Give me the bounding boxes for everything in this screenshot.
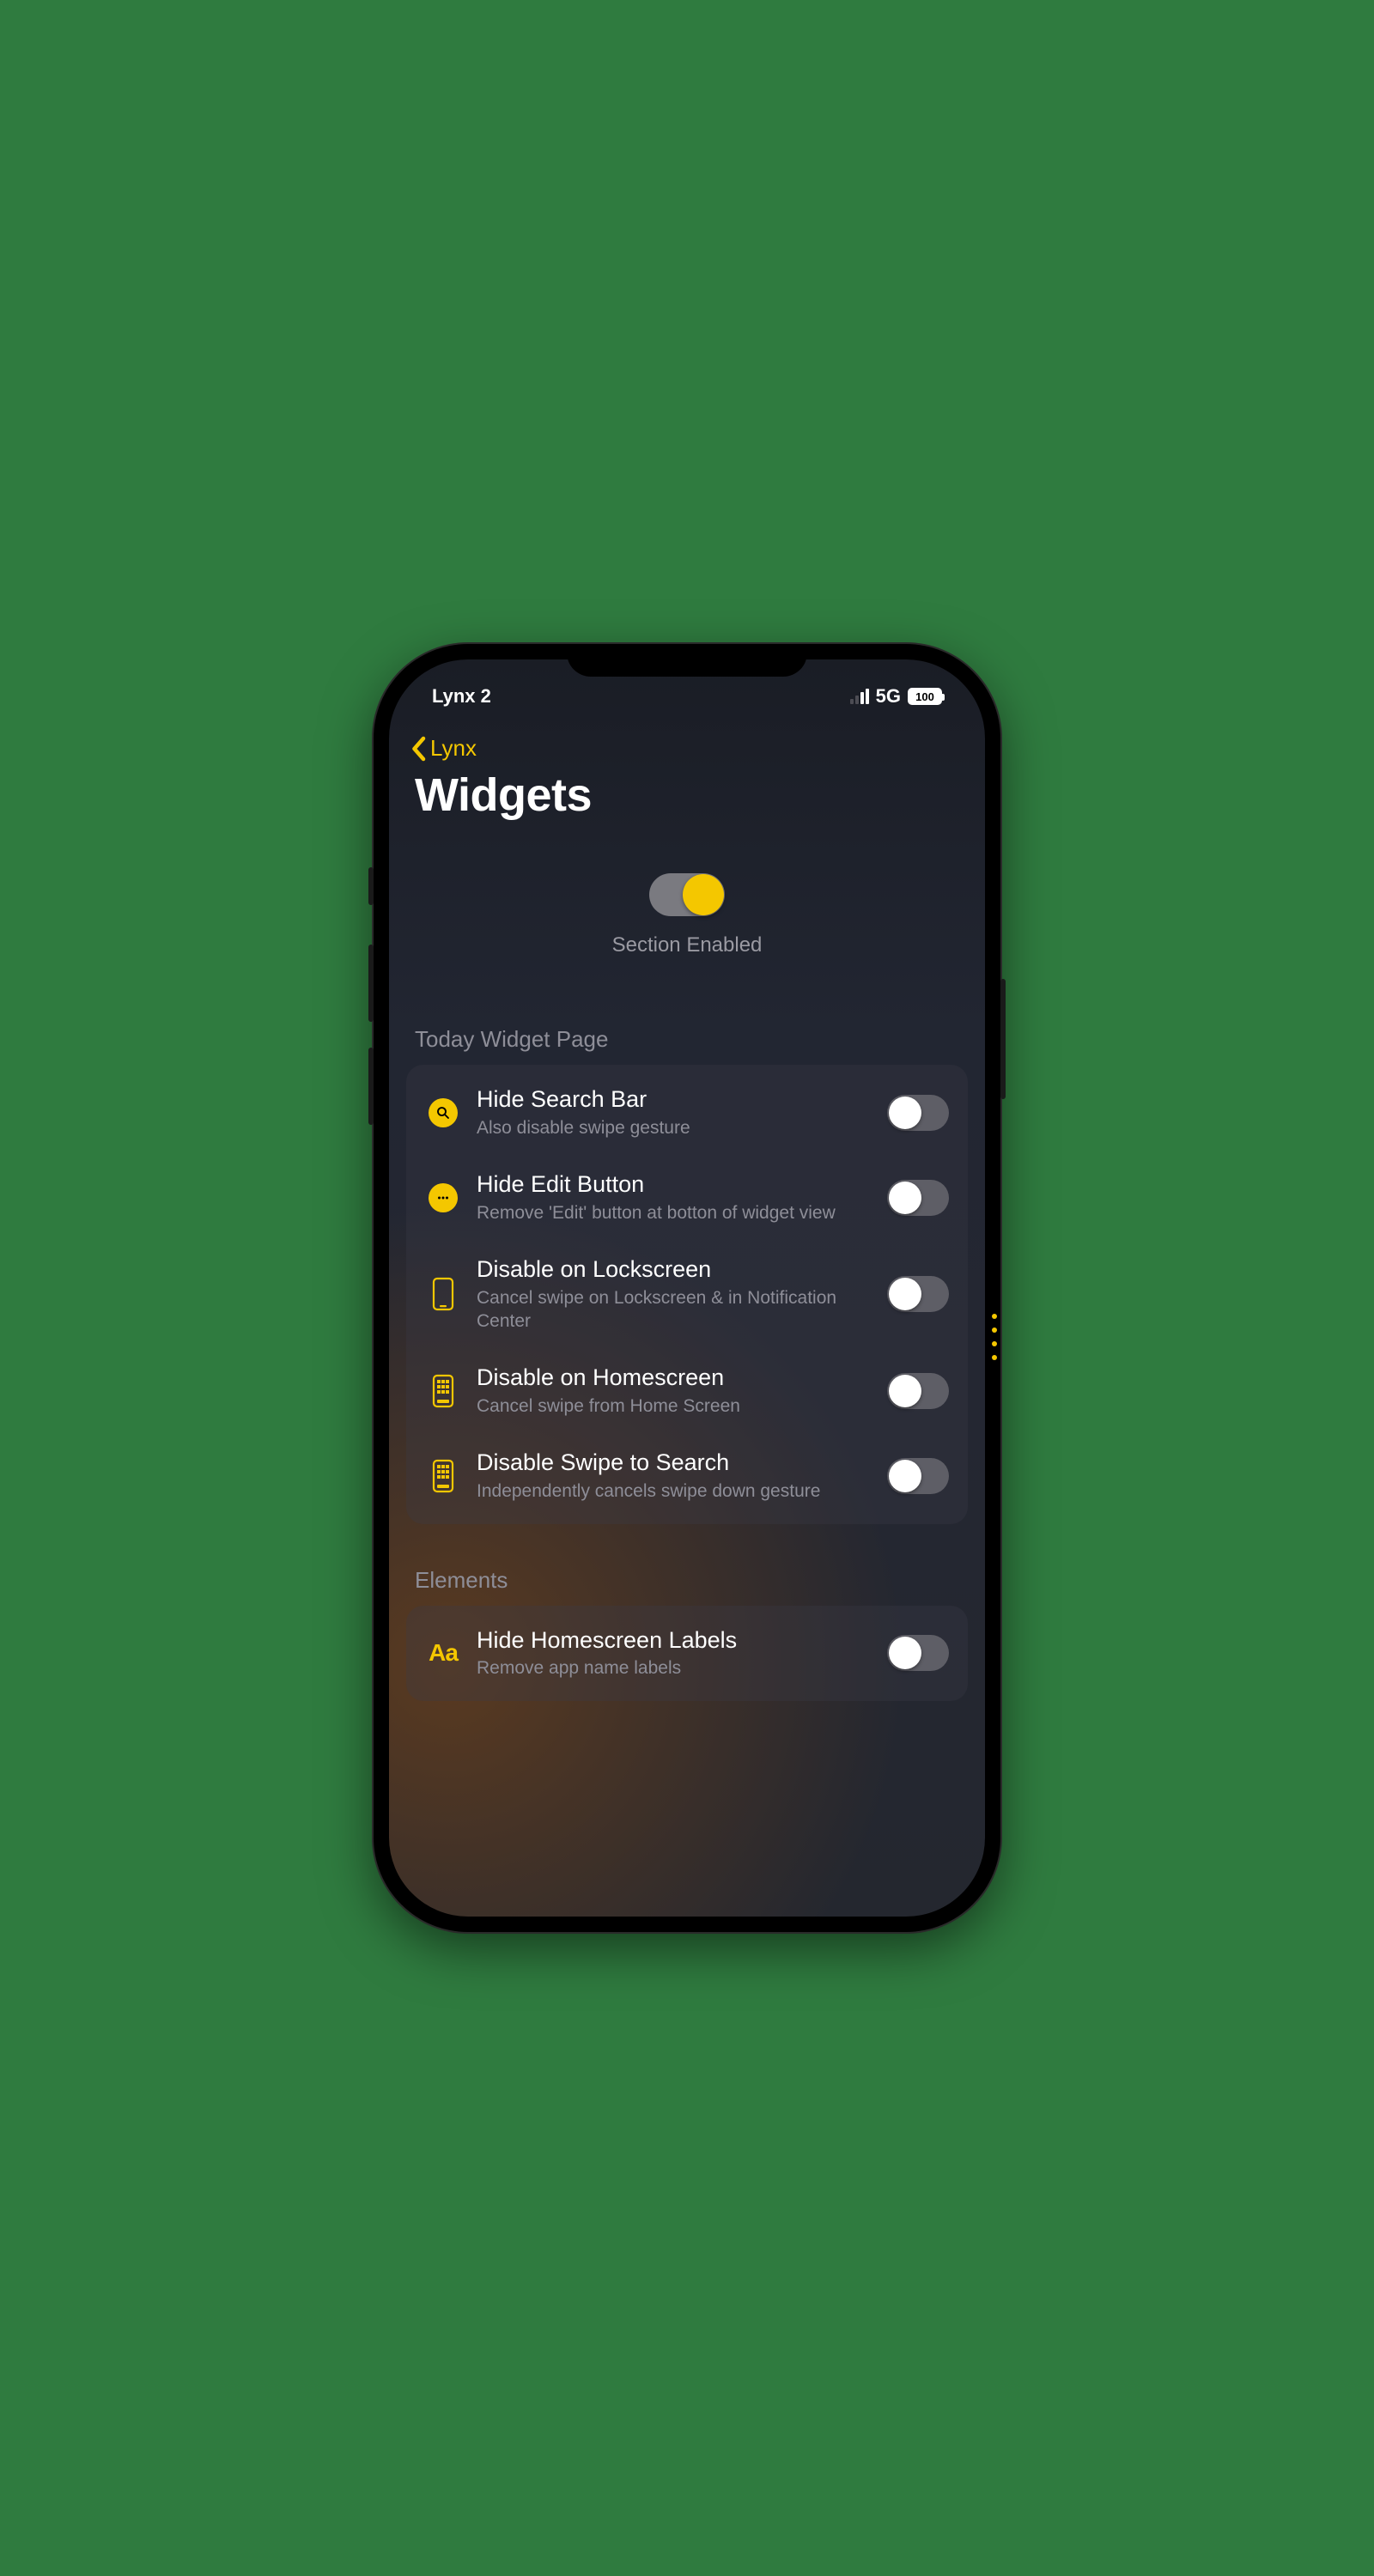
toggle-disable-lockscreen[interactable] bbox=[887, 1276, 949, 1312]
toggle-hide-search-bar[interactable] bbox=[887, 1095, 949, 1131]
group-header-today: Today Widget Page bbox=[389, 983, 985, 1061]
page-title: Widgets bbox=[389, 769, 985, 834]
row-hide-edit-button: Hide Edit Button Remove 'Edit' button at… bbox=[406, 1155, 968, 1240]
row-subtitle: Remove 'Edit' button at botton of widget… bbox=[477, 1201, 872, 1224]
row-title: Disable on Lockscreen bbox=[477, 1255, 872, 1285]
row-title: Disable Swipe to Search bbox=[477, 1449, 872, 1478]
text-aa-icon: Aa bbox=[425, 1635, 461, 1671]
phone-outline-icon bbox=[425, 1276, 461, 1312]
row-subtitle: Also disable swipe gesture bbox=[477, 1116, 872, 1139]
row-hide-homescreen-labels: Aa Hide Homescreen Labels Remove app nam… bbox=[406, 1611, 968, 1696]
back-label: Lynx bbox=[430, 735, 477, 762]
status-bar: Lynx 2 5G 100 bbox=[389, 659, 985, 714]
side-indicator-dots bbox=[992, 1314, 997, 1360]
row-disable-swipe-search: Disable Swipe to Search Independently ca… bbox=[406, 1433, 968, 1518]
volume-down-button bbox=[368, 1048, 374, 1125]
row-subtitle: Cancel swipe from Home Screen bbox=[477, 1394, 872, 1418]
group-elements: Aa Hide Homescreen Labels Remove app nam… bbox=[406, 1606, 968, 1701]
section-enable-toggle[interactable] bbox=[649, 873, 725, 916]
group-today-widget: Hide Search Bar Also disable swipe gestu… bbox=[406, 1065, 968, 1524]
row-title: Disable on Homescreen bbox=[477, 1364, 872, 1393]
volume-up-button bbox=[368, 945, 374, 1022]
battery-icon: 100 bbox=[908, 688, 942, 705]
row-subtitle: Independently cancels swipe down gesture bbox=[477, 1479, 872, 1503]
battery-level: 100 bbox=[909, 690, 940, 703]
chevron-left-icon bbox=[410, 736, 427, 762]
homescreen-grid-icon bbox=[425, 1373, 461, 1409]
back-button[interactable]: Lynx bbox=[389, 714, 985, 769]
row-subtitle: Cancel swipe on Lockscreen & in Notifica… bbox=[477, 1286, 872, 1334]
row-title: Hide Search Bar bbox=[477, 1085, 872, 1115]
phone-frame: Lynx 2 5G 100 Lynx Widgets bbox=[374, 644, 1000, 1932]
ellipsis-icon bbox=[429, 1183, 458, 1212]
signal-icon bbox=[850, 689, 869, 704]
power-button bbox=[1000, 979, 1006, 1099]
status-app-name: Lynx 2 bbox=[427, 685, 491, 708]
screen: Lynx 2 5G 100 Lynx Widgets bbox=[389, 659, 985, 1917]
row-disable-homescreen: Disable on Homescreen Cancel swipe from … bbox=[406, 1348, 968, 1433]
section-enable-block: Section Enabled bbox=[389, 834, 985, 983]
homescreen-grid-icon bbox=[425, 1458, 461, 1494]
toggle-hide-homescreen-labels[interactable] bbox=[887, 1635, 949, 1671]
row-title: Hide Homescreen Labels bbox=[477, 1626, 872, 1656]
row-title: Hide Edit Button bbox=[477, 1170, 872, 1200]
search-icon bbox=[429, 1098, 458, 1127]
section-enable-caption: Section Enabled bbox=[612, 933, 763, 957]
mute-switch bbox=[368, 867, 374, 905]
toggle-disable-swipe-search[interactable] bbox=[887, 1458, 949, 1494]
row-subtitle: Remove app name labels bbox=[477, 1656, 872, 1680]
toggle-disable-homescreen[interactable] bbox=[887, 1373, 949, 1409]
network-label: 5G bbox=[876, 685, 901, 708]
row-disable-lockscreen: Disable on Lockscreen Cancel swipe on Lo… bbox=[406, 1240, 968, 1348]
row-hide-search-bar: Hide Search Bar Also disable swipe gestu… bbox=[406, 1070, 968, 1155]
toggle-hide-edit-button[interactable] bbox=[887, 1180, 949, 1216]
group-header-elements: Elements bbox=[389, 1524, 985, 1602]
